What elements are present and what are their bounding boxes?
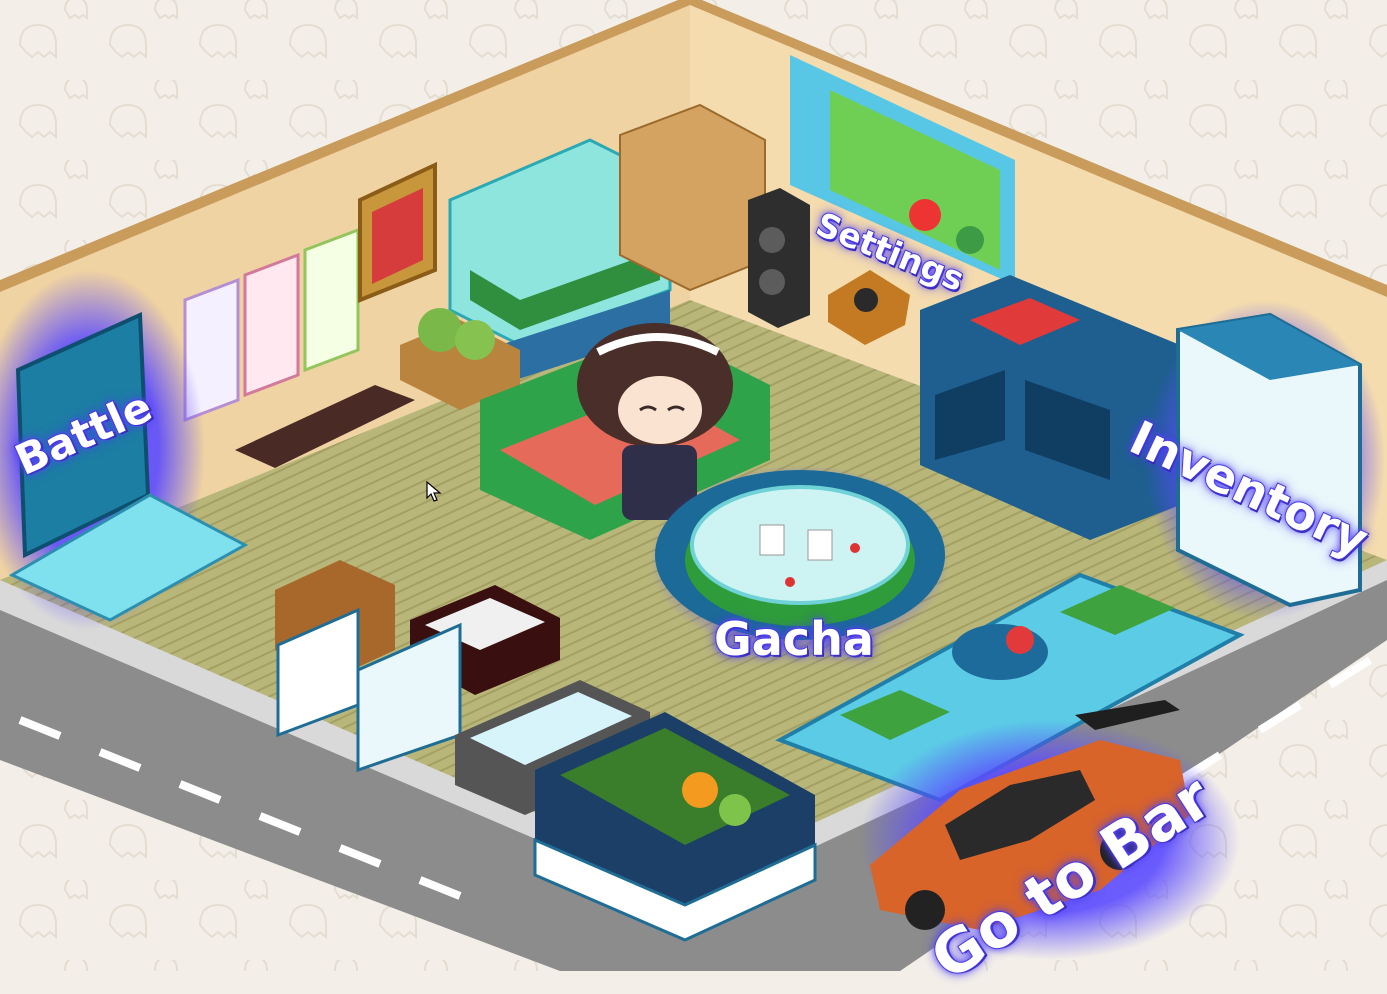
gacha-table[interactable] bbox=[690, 485, 910, 605]
speaker bbox=[748, 188, 810, 328]
cardboard-boxes bbox=[619, 103, 766, 292]
flower-pot bbox=[909, 199, 941, 231]
gacha-button[interactable]: Gacha bbox=[713, 611, 875, 667]
poster-3 bbox=[303, 227, 360, 373]
arrow-cursor-icon bbox=[426, 481, 442, 502]
poster-2 bbox=[243, 252, 300, 398]
snack-tray bbox=[952, 624, 1048, 680]
